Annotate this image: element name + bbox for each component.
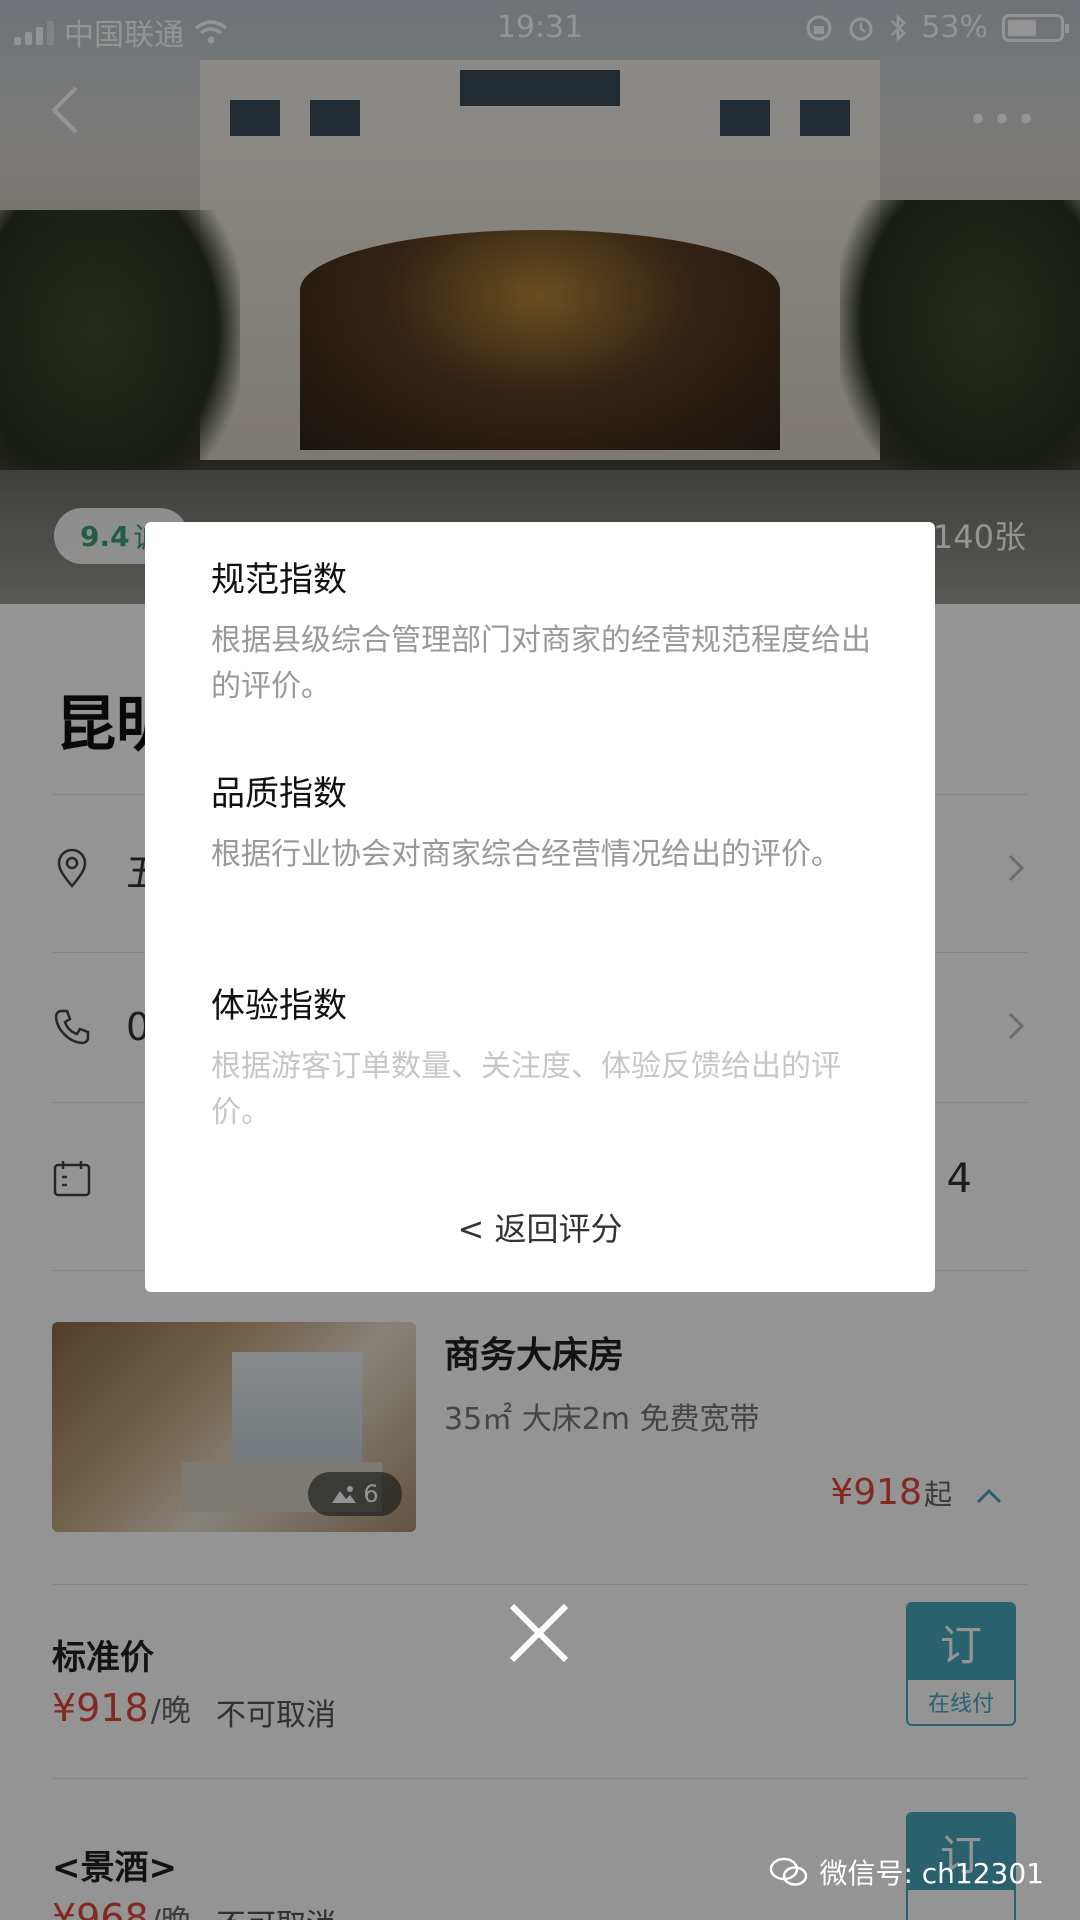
section-title: 品质指数 — [211, 774, 347, 814]
section-title: 规范指数 — [211, 560, 347, 600]
wechat-watermark: 微信号: ch12301 — [769, 1852, 1044, 1892]
section-desc: 根据县级综合管理部门对商家的经营规范程度给出的评价。 — [211, 623, 871, 704]
back-to-score-link[interactable]: < 返回评分 — [145, 1204, 935, 1250]
score-info-modal: 规范指数 根据县级综合管理部门对商家的经营规范程度给出的评价。 品质指数 根据行… — [145, 522, 935, 1292]
section-desc: 根据游客订单数量、关注度、体验反馈给出的评价。 — [211, 1049, 841, 1130]
section-desc: 根据行业协会对商家综合经营情况给出的评价。 — [211, 837, 841, 872]
watermark-text: 微信号: ch12301 — [819, 1857, 1044, 1890]
section-title: 体验指数 — [211, 986, 347, 1026]
close-icon[interactable] — [504, 1598, 574, 1668]
wechat-icon — [770, 1857, 808, 1886]
